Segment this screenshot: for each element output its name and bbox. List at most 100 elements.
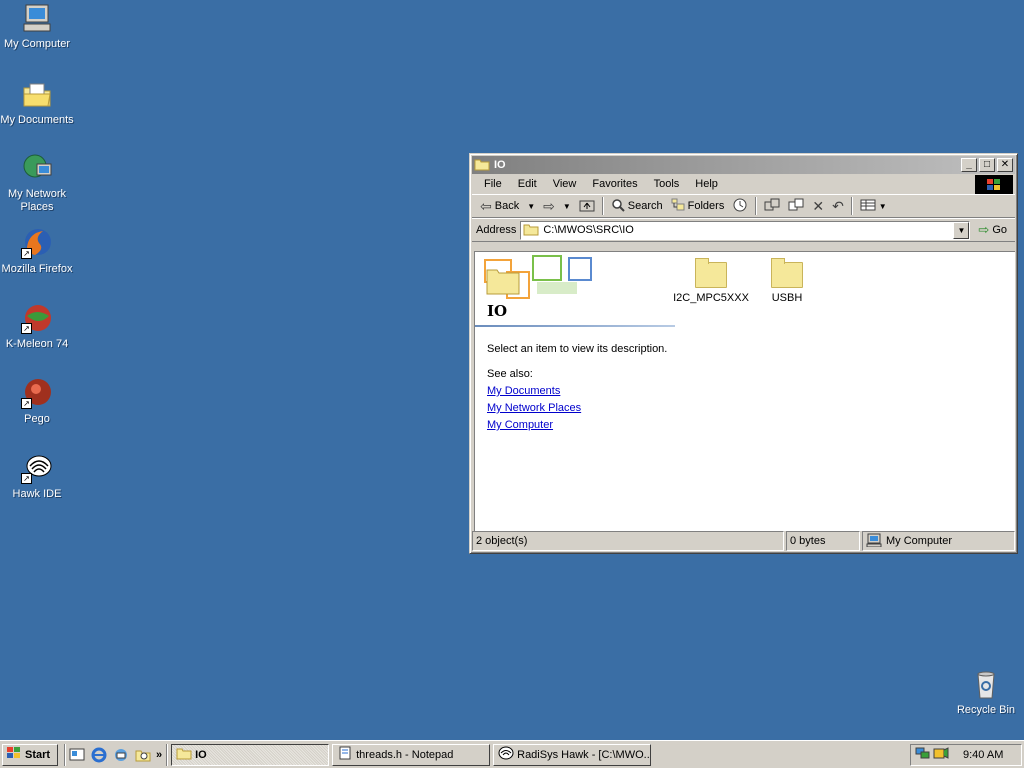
delete-button[interactable]: ✕ bbox=[808, 196, 828, 217]
menu-help[interactable]: Help bbox=[687, 176, 726, 192]
search-button[interactable]: Search bbox=[607, 196, 667, 217]
start-label: Start bbox=[25, 748, 51, 761]
menu-file[interactable]: File bbox=[476, 176, 510, 192]
folder-icon bbox=[176, 746, 192, 763]
toolbar-separator bbox=[850, 197, 853, 215]
system-tray: 9:40 AM bbox=[910, 743, 1022, 766]
minimize-button[interactable]: _ bbox=[961, 158, 977, 172]
desktop-icon-label: My Computer bbox=[3, 38, 71, 50]
desktop-icon-mozilla-firefox[interactable]: ↗ Mozilla Firefox bbox=[0, 227, 74, 276]
link-my-network-places[interactable]: My Network Places bbox=[487, 402, 581, 414]
show-desktop-icon[interactable] bbox=[69, 747, 85, 763]
folder-item[interactable]: I2C_MPC5XXX bbox=[671, 258, 751, 304]
panel-heading: IO bbox=[487, 302, 508, 320]
title-bar[interactable]: IO _ □ ✕ bbox=[472, 156, 1015, 174]
menu-edit[interactable]: Edit bbox=[510, 176, 545, 192]
views-button[interactable]: ▼ bbox=[856, 196, 891, 217]
task-button-io[interactable]: IO bbox=[171, 743, 330, 766]
standard-toolbar: ⇦ Back ▼ ⇨ ▼ Search Folders ✕ ↶ ▼ bbox=[472, 194, 1015, 218]
menu-view[interactable]: View bbox=[545, 176, 585, 192]
internet-explorer-icon[interactable] bbox=[91, 747, 107, 763]
taskbar: Start » IO threads.h - Notepad RadiSys H… bbox=[0, 740, 1024, 768]
shortcut-arrow-icon: ↗ bbox=[21, 248, 32, 259]
menu-tools[interactable]: Tools bbox=[646, 176, 688, 192]
quick-launch-more[interactable]: » bbox=[156, 749, 162, 761]
status-object-count: 2 object(s) bbox=[472, 531, 784, 551]
task-button-notepad[interactable]: threads.h - Notepad bbox=[332, 743, 491, 766]
menu-favorites[interactable]: Favorites bbox=[584, 176, 645, 192]
move-to-icon bbox=[764, 198, 780, 215]
folders-button[interactable]: Folders bbox=[667, 196, 729, 217]
forward-dropdown[interactable]: ▼ bbox=[559, 200, 575, 213]
clock: 9:40 AM bbox=[963, 748, 1004, 761]
shortcut-arrow-icon: ↗ bbox=[21, 398, 32, 409]
address-input[interactable]: C:\MWOS\SRC\IO ▼ bbox=[520, 220, 971, 240]
status-zone: My Computer bbox=[862, 531, 1015, 551]
task-label: RadiSys Hawk - [C:\MWO... bbox=[517, 748, 652, 761]
desktop-icon-recycle-bin[interactable]: Recycle Bin bbox=[949, 668, 1023, 717]
windows-logo-icon bbox=[6, 746, 22, 763]
desktop-icon-label: Mozilla Firefox bbox=[1, 263, 73, 275]
move-to-button[interactable] bbox=[760, 196, 784, 217]
task-label: threads.h - Notepad bbox=[356, 748, 454, 761]
desktop-icon-hawk-ide[interactable]: ↗ Hawk IDE bbox=[0, 452, 74, 501]
maximize-button[interactable]: □ bbox=[979, 158, 995, 172]
desktop-icon-label: Hawk IDE bbox=[12, 488, 62, 500]
back-button[interactable]: ⇦ Back bbox=[476, 196, 523, 217]
forward-arrow-icon: ⇨ bbox=[543, 197, 555, 214]
folder-icon bbox=[474, 157, 490, 174]
desktop-icon-k-meleon[interactable]: ↗ K-Meleon 74 bbox=[0, 302, 74, 351]
toolbar-separator bbox=[601, 197, 604, 215]
address-label: Address bbox=[476, 224, 517, 236]
explorer-window: IO _ □ ✕ File Edit View Favorites Tools … bbox=[469, 153, 1018, 554]
outlook-express-icon[interactable] bbox=[113, 747, 129, 763]
menu-bar: File Edit View Favorites Tools Help bbox=[472, 174, 1015, 194]
start-button[interactable]: Start bbox=[2, 743, 58, 766]
folders-label: Folders bbox=[687, 200, 725, 212]
delete-icon: ✕ bbox=[812, 197, 825, 214]
hawk-ide-icon: ↗ bbox=[21, 452, 53, 484]
address-value: C:\MWOS\SRC\IO bbox=[543, 224, 634, 236]
network-places-icon bbox=[21, 152, 53, 184]
close-button[interactable]: ✕ bbox=[997, 158, 1013, 172]
panel-banner-graphic bbox=[477, 254, 593, 302]
back-dropdown[interactable]: ▼ bbox=[523, 200, 539, 213]
network-tray-icon[interactable] bbox=[915, 746, 931, 763]
desktop-icon-label: My Network Places bbox=[7, 188, 67, 213]
undo-button[interactable]: ↶ bbox=[828, 196, 848, 217]
history-icon bbox=[732, 197, 748, 216]
copy-to-button[interactable] bbox=[784, 196, 808, 217]
desktop-icon-label: Pego bbox=[24, 413, 50, 425]
status-bar: 2 object(s) 0 bytes My Computer bbox=[472, 531, 1015, 551]
link-my-documents[interactable]: My Documents bbox=[487, 385, 560, 397]
volume-tray-icon[interactable] bbox=[933, 746, 949, 763]
folders-icon bbox=[671, 198, 685, 215]
explorer-search-icon[interactable] bbox=[135, 747, 151, 763]
pego-icon: ↗ bbox=[21, 377, 53, 409]
desktop-icon-my-computer[interactable]: My Computer bbox=[0, 2, 74, 51]
computer-icon bbox=[21, 2, 53, 34]
desktop-icon-my-network-places[interactable]: My Network Places bbox=[0, 152, 74, 214]
k-meleon-icon: ↗ bbox=[21, 302, 53, 334]
views-icon bbox=[860, 198, 876, 215]
task-separator bbox=[166, 743, 169, 766]
search-label: Search bbox=[627, 200, 663, 212]
copy-to-icon bbox=[788, 198, 804, 215]
forward-button[interactable]: ⇨ bbox=[539, 196, 559, 217]
back-arrow-icon: ⇦ bbox=[480, 197, 492, 214]
up-folder-button[interactable] bbox=[575, 196, 599, 217]
folder-item-label: USBH bbox=[771, 292, 803, 304]
history-button[interactable] bbox=[728, 195, 752, 218]
address-dropdown-button[interactable]: ▼ bbox=[953, 221, 970, 239]
desktop-icon-my-documents[interactable]: My Documents bbox=[0, 78, 74, 127]
go-label: Go bbox=[992, 224, 1007, 236]
task-button-radisys-hawk[interactable]: RadiSys Hawk - [C:\MWO... bbox=[493, 743, 652, 766]
folder-item[interactable]: USBH bbox=[747, 258, 827, 304]
undo-icon: ↶ bbox=[832, 197, 844, 214]
link-my-computer[interactable]: My Computer bbox=[487, 419, 553, 431]
go-button[interactable]: ⇨ Go bbox=[974, 220, 1011, 240]
my-computer-icon bbox=[866, 533, 882, 550]
windows-logo-icon bbox=[975, 175, 1013, 194]
recycle-bin-icon bbox=[970, 668, 1002, 700]
desktop-icon-pego[interactable]: ↗ Pego bbox=[0, 377, 74, 426]
